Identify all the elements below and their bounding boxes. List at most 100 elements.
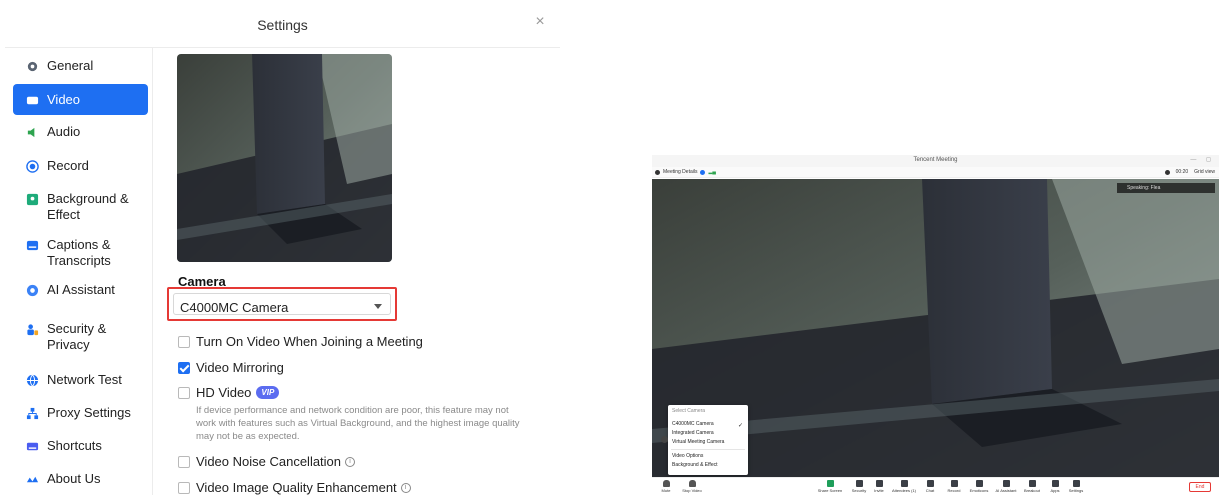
meeting-info-bar: Meeting Details ▂▄ 00:20 Grid view	[652, 167, 1219, 178]
chat-icon	[926, 480, 934, 487]
end-meeting-button[interactable]: End	[1189, 482, 1211, 492]
sidebar-item-label: AI Assistant	[47, 282, 115, 297]
sidebar-item-label: Shortcuts	[47, 438, 102, 453]
sidebar-item-video[interactable]: Video	[13, 84, 148, 115]
settings-sidebar: General Video Audio Record Background & …	[5, 48, 153, 495]
video-settings-panel: Camera C4000MC Camera Turn On Video When…	[153, 48, 560, 495]
captions-icon	[26, 240, 39, 251]
keyboard-icon	[26, 442, 39, 451]
video-mirroring-checkbox[interactable]	[178, 361, 190, 374]
noise-cancellation-checkbox[interactable]	[178, 455, 190, 468]
signal-icon[interactable]: ▂▄	[708, 169, 715, 175]
breakout-icon	[1028, 480, 1036, 487]
camera-select[interactable]: C4000MC Camera	[173, 293, 391, 315]
meeting-details-link[interactable]: Meeting Details	[663, 169, 697, 175]
sidebar-item-label: Audio	[47, 124, 81, 139]
sidebar-item-audio[interactable]: Audio	[13, 124, 148, 142]
info-icon[interactable]: i	[400, 482, 411, 493]
info-icon[interactable]: i	[345, 456, 356, 467]
sidebar-item-shortcuts[interactable]: Shortcuts	[13, 438, 148, 456]
shield-icon[interactable]	[700, 169, 706, 175]
option-label: Video Image Quality Enhancement	[196, 480, 397, 495]
video-camera-icon	[26, 96, 39, 105]
sidebar-item-background-effect[interactable]: Background & Effect	[13, 191, 148, 225]
sidebar-item-label: Record	[47, 158, 89, 173]
stop-video-button[interactable]: Stop Video	[678, 480, 706, 493]
meeting-titlebar: Tencent Meeting — ◻	[652, 155, 1219, 167]
menu-item-camera[interactable]: Integrated Camera	[672, 430, 714, 436]
video-camera-icon	[688, 480, 696, 487]
sidebar-item-label: Network Test	[47, 372, 122, 387]
ai-assistant-button[interactable]: AI Assistant	[992, 480, 1020, 493]
camera-select-highlight: C4000MC Camera	[167, 287, 397, 321]
option-video-mirroring[interactable]: Video Mirroring	[178, 360, 284, 375]
sidebar-item-general[interactable]: General	[13, 58, 148, 76]
record-button[interactable]: Record	[940, 480, 968, 493]
sidebar-item-security-privacy[interactable]: Security & Privacy	[13, 321, 148, 355]
ai-assistant-icon	[1002, 480, 1010, 487]
share-screen-icon	[826, 480, 834, 487]
emoticons-button[interactable]: Emoticons	[965, 480, 993, 493]
menu-header: Select Camera	[672, 408, 706, 414]
speaking-indicator: Speaking: Flea	[1117, 183, 1215, 193]
gear-icon	[1072, 480, 1080, 487]
sidebar-item-captions-transcripts[interactable]: Captions & Transcripts	[13, 237, 148, 271]
invite-icon	[875, 480, 883, 487]
menu-item-video-options[interactable]: Video Options	[672, 453, 703, 459]
attendees-icon	[900, 480, 908, 487]
mute-button[interactable]: Mute	[652, 480, 680, 493]
sidebar-item-label: General	[47, 58, 94, 73]
quality-enhancement-checkbox[interactable]	[178, 481, 190, 494]
option-quality-enhancement[interactable]: Video Image Quality Enhancement i	[178, 480, 411, 495]
sidebar-item-about-us[interactable]: About Us	[13, 471, 148, 489]
camera-select-value: C4000MC Camera	[180, 300, 289, 315]
meeting-toolbar: Mute Stop Video Share Screen Security In…	[652, 477, 1219, 495]
close-icon[interactable]: ×	[532, 14, 548, 30]
invite-button[interactable]: Invite	[865, 480, 893, 493]
sidebar-item-label: Proxy Settings	[47, 405, 131, 420]
window-controls[interactable]: — ◻	[1190, 156, 1215, 163]
grid-view-button[interactable]: Grid view	[1194, 169, 1215, 175]
proxy-icon	[26, 407, 39, 420]
meeting-timer: 00:20	[1175, 169, 1189, 175]
option-label: Video Noise Cancellation	[196, 454, 342, 469]
collapse-toggle[interactable]	[661, 436, 668, 443]
sidebar-item-label: About Us	[47, 471, 101, 486]
background-icon	[26, 193, 39, 206]
ai-assistant-icon	[26, 284, 39, 297]
sidebar-item-label: Video	[47, 92, 81, 107]
emoticon-icon	[975, 480, 983, 487]
option-label: Video Mirroring	[196, 360, 284, 375]
hd-video-checkbox[interactable]	[178, 386, 190, 399]
globe-icon	[26, 374, 39, 387]
attendees-button[interactable]: Attendees (1)	[890, 480, 918, 493]
menu-divider	[671, 449, 745, 450]
chevron-down-icon	[374, 304, 382, 309]
menu-item-camera[interactable]: Virtual Meeting Camera	[672, 439, 724, 445]
meeting-window: Tencent Meeting — ◻ Meeting Details ▂▄ 0…	[652, 155, 1219, 495]
timer-icon	[1164, 169, 1170, 175]
about-icon	[26, 476, 39, 483]
apps-icon	[1051, 480, 1059, 487]
turn-on-video-checkbox[interactable]	[178, 335, 190, 348]
option-turn-on-video[interactable]: Turn On Video When Joining a Meeting	[178, 334, 423, 349]
share-screen-button[interactable]: Share Screen	[816, 480, 844, 493]
settings-title: Settings	[257, 17, 308, 33]
gear-icon	[27, 61, 38, 72]
hd-video-hint: If device performance and network condit…	[196, 405, 520, 442]
settings-button[interactable]: Settings	[1062, 480, 1090, 493]
sidebar-item-proxy-settings[interactable]: Proxy Settings	[13, 405, 148, 423]
meeting-title: Tencent Meeting	[913, 157, 958, 163]
option-hd-video[interactable]: HD Video VIP	[178, 385, 280, 400]
sidebar-item-ai-assistant[interactable]: AI Assistant	[13, 282, 148, 300]
sidebar-item-network-test[interactable]: Network Test	[13, 372, 148, 390]
info-icon	[655, 169, 660, 175]
menu-item-background-effect[interactable]: Background & Effect	[672, 462, 718, 468]
sidebar-item-label: Captions & Transcripts	[47, 237, 111, 268]
sidebar-item-record[interactable]: Record	[13, 158, 148, 176]
menu-item-camera[interactable]: C4000MC Camera	[672, 421, 714, 427]
settings-titlebar: Settings ×	[5, 0, 560, 48]
record-icon	[26, 160, 39, 173]
option-noise-cancellation[interactable]: Video Noise Cancellation i	[178, 454, 356, 469]
security-icon	[27, 324, 39, 336]
